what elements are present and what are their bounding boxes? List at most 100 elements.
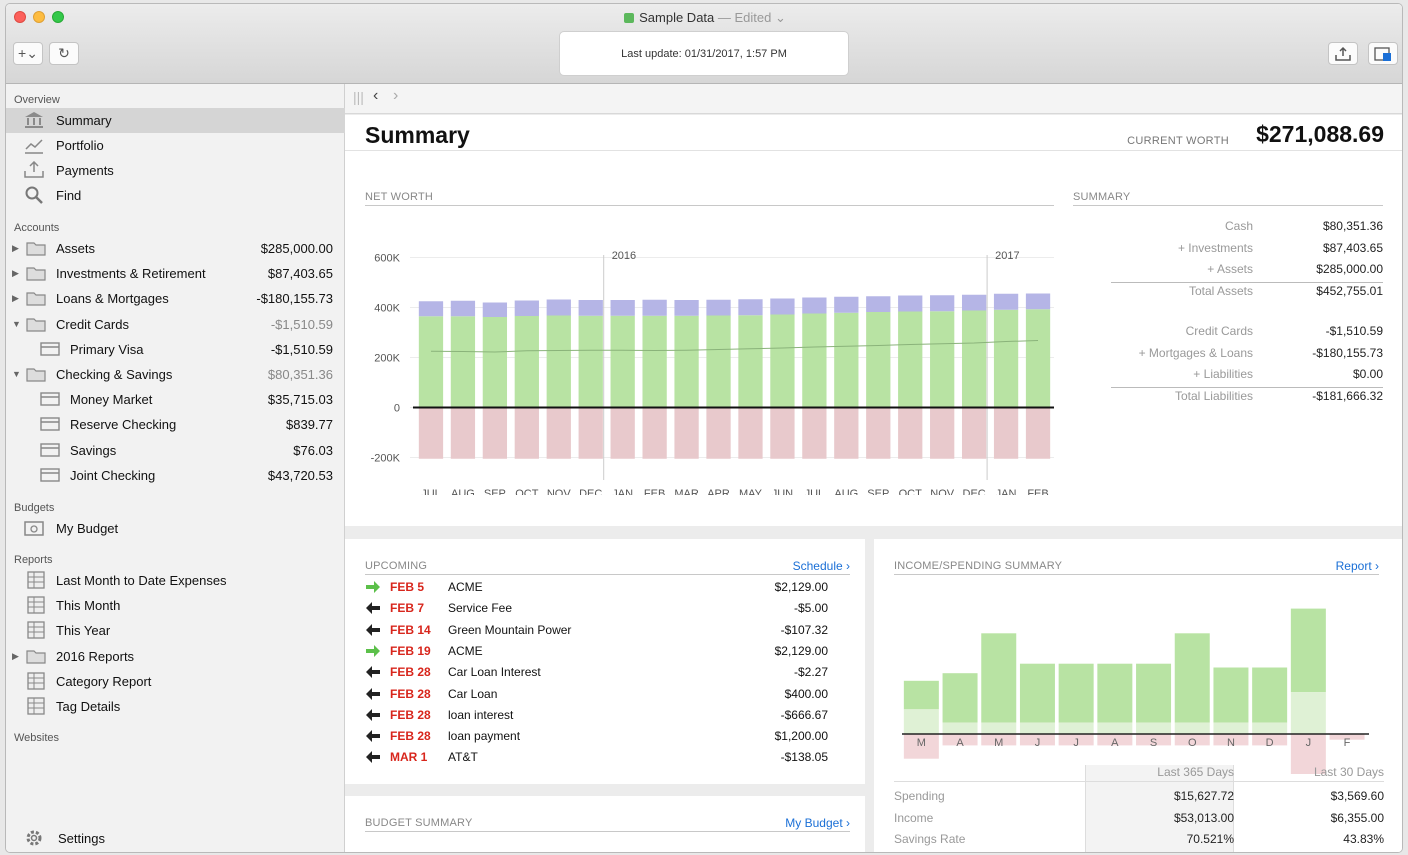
folder-icon bbox=[26, 368, 46, 382]
upcoming-row[interactable]: FEB 7 Service Fee -$5.00 bbox=[365, 601, 828, 622]
disclosure-triangle-icon[interactable]: ▼ bbox=[12, 369, 21, 379]
upcoming-row[interactable]: FEB 14 Green Mountain Power -$107.32 bbox=[365, 623, 828, 644]
liability-bar bbox=[546, 407, 571, 459]
disclosure-triangle-icon[interactable]: ▼ bbox=[12, 319, 21, 329]
account-icon bbox=[40, 392, 60, 406]
y-tick-label: 400K bbox=[374, 303, 400, 315]
sidebar-item-portfolio[interactable]: Portfolio bbox=[6, 133, 345, 158]
asset-bar bbox=[866, 312, 891, 408]
sidebar-item-report[interactable]: ▶ 2016 Reports bbox=[6, 644, 345, 669]
upcoming-row[interactable]: FEB 28 loan payment $1,200.00 bbox=[365, 729, 828, 750]
account-icon bbox=[40, 468, 60, 482]
add-button[interactable]: +⌄ bbox=[13, 42, 43, 65]
disclosure-triangle-icon[interactable]: ▶ bbox=[12, 293, 19, 304]
sidebar-item-account[interactable]: ▼ Credit Cards -$1,510.59 bbox=[6, 312, 345, 337]
sidebar-item-label: Loans & Mortgages bbox=[56, 291, 169, 307]
investment-bar bbox=[802, 297, 827, 314]
sidebar-item-account[interactable]: ▶ Loans & Mortgages -$180,155.73 bbox=[6, 286, 345, 311]
disclosure-triangle-icon[interactable]: ▶ bbox=[12, 268, 19, 279]
liability-bar bbox=[642, 407, 667, 459]
account-balance: -$1,510.59 bbox=[270, 316, 333, 332]
arrow-right-icon bbox=[366, 581, 380, 593]
upcoming-payee: loan payment bbox=[448, 729, 521, 744]
report-link[interactable]: Report › bbox=[1336, 559, 1379, 573]
my-budget-link[interactable]: My Budget › bbox=[785, 816, 850, 830]
y-tick-label: 0 bbox=[394, 403, 400, 415]
sidebar-item-report[interactable]: Last Month to Date Expenses bbox=[6, 568, 345, 593]
upcoming-date: FEB 19 bbox=[390, 643, 431, 658]
refresh-button[interactable]: ↻ bbox=[49, 42, 79, 65]
upcoming-row[interactable]: FEB 19 ACME $2,129.00 bbox=[365, 644, 828, 665]
upcoming-row[interactable]: FEB 28 Car Loan $400.00 bbox=[365, 687, 828, 708]
upcoming-row[interactable]: MAR 1 AT&T -$138.05 bbox=[365, 750, 828, 771]
sidebar-item-account[interactable]: Joint Checking $43,720.53 bbox=[6, 463, 345, 488]
sidebar-item-account[interactable]: Savings $76.03 bbox=[6, 438, 345, 463]
stats-col-30: Last 30 Days bbox=[1313, 765, 1384, 779]
budgets-header: Budgets bbox=[14, 502, 55, 514]
x-tick-label: JUL bbox=[421, 488, 441, 495]
edited-indicator[interactable]: — Edited bbox=[718, 10, 771, 25]
account-balance: $839.77 bbox=[286, 417, 333, 433]
asset-bar bbox=[1025, 309, 1051, 408]
sidebar-item-label: Tag Details bbox=[56, 699, 121, 714]
x-tick-label: OCT bbox=[515, 488, 539, 495]
upcoming-payee: Green Mountain Power bbox=[448, 622, 572, 637]
asset-bar bbox=[610, 315, 635, 408]
sidebar-item-account[interactable]: Primary Visa -$1,510.59 bbox=[6, 337, 345, 362]
stats-key: Income bbox=[894, 810, 934, 825]
liability-bar bbox=[1025, 407, 1051, 459]
upcoming-row[interactable]: FEB 5 ACME $2,129.00 bbox=[365, 580, 828, 601]
summary-row: Total Liabilities -$181,666.32 bbox=[1073, 389, 1383, 407]
stats-30-value: 43.83% bbox=[1343, 832, 1384, 846]
sidebar-item-summary[interactable]: Summary bbox=[6, 108, 345, 133]
upcoming-row[interactable]: FEB 28 Car Loan Interest -$2.27 bbox=[365, 665, 828, 686]
schedule-link[interactable]: Schedule › bbox=[793, 559, 850, 573]
sidebar-item-report[interactable]: Tag Details bbox=[6, 694, 345, 719]
export-icon bbox=[1335, 46, 1351, 61]
sidebar-item-my-budget[interactable]: My Budget bbox=[6, 516, 345, 541]
sidebar-item-account[interactable]: ▶ Assets $285,000.00 bbox=[6, 236, 345, 261]
divider bbox=[365, 205, 1054, 206]
sidebar-toggle-icon[interactable]: ||| bbox=[353, 89, 364, 105]
sidebar-item-payments[interactable]: Payments bbox=[6, 158, 345, 183]
disclosure-triangle-icon[interactable]: ▶ bbox=[12, 651, 19, 662]
upcoming-payee: Service Fee bbox=[448, 601, 513, 616]
x-tick-label: M bbox=[994, 737, 1003, 749]
upcoming-payee: Car Loan Interest bbox=[448, 665, 541, 680]
divider bbox=[894, 781, 1384, 782]
back-button[interactable]: ‹ bbox=[373, 87, 378, 105]
investment-bar bbox=[898, 295, 923, 312]
upcoming-date: FEB 5 bbox=[390, 580, 425, 594]
liability-bar bbox=[610, 407, 635, 459]
folder-icon bbox=[26, 317, 46, 332]
export-button[interactable] bbox=[1328, 42, 1358, 65]
x-tick-label: F bbox=[1344, 737, 1351, 749]
sidebar-item-find[interactable]: Find bbox=[6, 183, 345, 208]
x-tick-label: SEP bbox=[867, 488, 889, 495]
sidebar-item-account[interactable]: ▶ Investments & Retirement $87,403.65 bbox=[6, 261, 345, 286]
upcoming-row[interactable]: FEB 28 loan interest -$666.67 bbox=[365, 708, 828, 729]
forward-button[interactable]: › bbox=[393, 87, 398, 105]
current-worth-label: CURRENT WORTH bbox=[1127, 135, 1229, 147]
summary-key: Cash bbox=[1224, 219, 1253, 233]
sidebar-item-report[interactable]: This Year bbox=[6, 618, 345, 643]
income-spending-card: INCOME/SPENDING SUMMARY Report › M A M J J A S… bbox=[874, 539, 1402, 852]
sidebar-item-account[interactable]: Money Market $35,715.03 bbox=[6, 387, 345, 412]
overview-header: Overview bbox=[14, 94, 60, 106]
summary-row: + Assets $285,000.00 bbox=[1073, 262, 1383, 283]
folder-icon bbox=[26, 649, 46, 664]
x-tick-label: AUG bbox=[451, 488, 475, 495]
summary-value: $80,351.36 bbox=[1322, 219, 1383, 233]
sidebar-item-report[interactable]: Category Report bbox=[6, 669, 345, 694]
sidebar-item-report[interactable]: This Month bbox=[6, 593, 345, 618]
disclosure-triangle-icon[interactable]: ▶ bbox=[12, 243, 19, 254]
arrow-left-icon bbox=[366, 687, 380, 700]
income-saved-bar bbox=[942, 722, 978, 734]
chevron-down-icon: ⌄ bbox=[771, 10, 786, 25]
calendar-button[interactable] bbox=[1368, 42, 1398, 65]
asset-bar bbox=[930, 311, 955, 408]
sidebar-item-account[interactable]: Reserve Checking $839.77 bbox=[6, 412, 345, 437]
sidebar-item-account[interactable]: ▼ Checking & Savings $80,351.36 bbox=[6, 362, 345, 387]
settings-button[interactable]: Settings bbox=[6, 826, 345, 851]
x-tick-label: A bbox=[956, 737, 964, 749]
